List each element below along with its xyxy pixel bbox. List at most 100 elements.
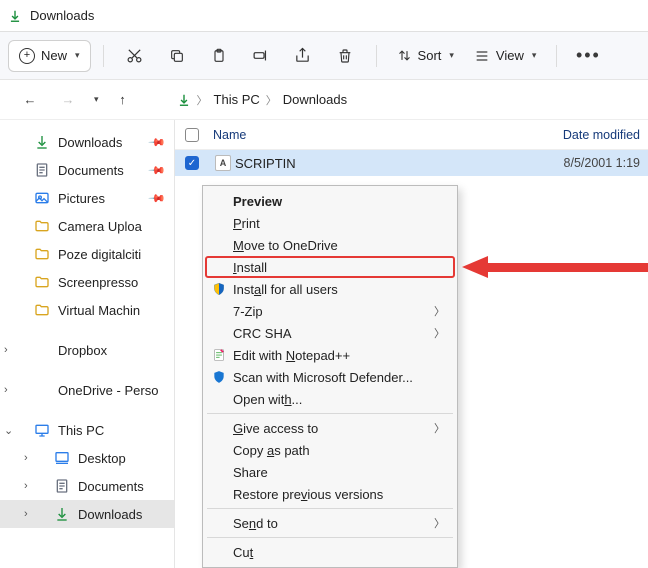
sidebar-item-downloads[interactable]: Downloads📌 [0,128,174,156]
folder-icon [34,246,50,262]
column-header: Name Date modified [175,120,648,150]
address-bar-row: ← → ▾ ↑ 〉 This PC 〉 Downloads [0,80,648,120]
menu-item-preview[interactable]: Preview [205,190,455,212]
sidebar-item-screenpresso[interactable]: Screenpresso [0,268,174,296]
menu-item-label: 7-Zip [233,304,263,319]
chevron-down-icon: ▾ [532,50,537,61]
column-name[interactable]: Name [209,128,558,142]
forward-button[interactable]: → [54,86,82,114]
sidebar-item-label: Screenpresso [58,275,138,290]
menu-item-restore-previous-versions[interactable]: Restore previous versions [205,483,455,505]
sidebar-item-label: Documents [58,163,124,178]
address-bar[interactable]: 〉 This PC 〉 Downloads [177,92,348,108]
sidebar-item-dropbox[interactable]: ›Dropbox [0,336,174,364]
menu-separator [207,508,453,509]
menu-item-cut[interactable]: Cut [205,541,455,563]
menu-item-scan-with-microsoft-defender-[interactable]: Scan with Microsoft Defender... [205,366,455,388]
pc-icon [34,422,50,438]
separator [376,45,377,67]
file-name: SCRIPTIN [231,156,296,171]
breadcrumb-downloads[interactable]: Downloads [283,92,347,107]
column-date[interactable]: Date modified [558,128,648,142]
menu-item-label: Move to OneDrive [233,238,338,253]
menu-item-open-with-[interactable]: Open with... [205,388,455,410]
toolbar: + New ▾ Sort ▾ View ▾ ••• [0,32,648,80]
up-button[interactable]: ↑ [109,86,137,114]
cut-button[interactable] [116,40,154,72]
sidebar-item-label: This PC [58,423,104,438]
menu-item-label: Preview [233,194,282,209]
sidebar-item-label: Documents [78,479,144,494]
new-button[interactable]: + New ▾ [8,40,91,72]
sidebar-item-this-pc[interactable]: ⌄ This PC [0,416,174,444]
menu-item-label: Cut [233,545,253,560]
menu-item-label: Install [233,260,267,275]
chevron-right-icon: 〉 [434,420,445,436]
sidebar-item-documents[interactable]: Documents 📌 [0,156,174,184]
separator [556,45,557,67]
select-all-checkbox[interactable] [175,128,209,142]
new-label: New [41,48,67,63]
menu-item-move-to-onedrive[interactable]: Move to OneDrive [205,234,455,256]
sidebar-item-desktop[interactable]: ›Desktop [0,444,174,472]
menu-item-copy-as-path[interactable]: Copy as path [205,439,455,461]
share-button[interactable] [284,40,322,72]
chevron-icon: ⌄ [4,424,13,437]
recent-chevron[interactable]: ▾ [94,94,99,105]
sidebar-item-virtual-machin[interactable]: Virtual Machin [0,296,174,324]
rename-button[interactable] [242,40,280,72]
sidebar-item-poze-digitalciti[interactable]: Poze digitalciti [0,240,174,268]
menu-item-label: Send to [233,516,278,531]
pin-icon: 📌 [148,161,167,180]
window-title: Downloads [30,8,94,23]
sidebar-item-downloads[interactable]: › Downloads [0,500,174,528]
file-row[interactable]: ✓ASCRIPTIN8/5/2001 1:19 [175,150,648,176]
font-file-icon: A [215,155,231,171]
copy-button[interactable] [158,40,196,72]
sort-button[interactable]: Sort ▾ [389,40,462,72]
row-checkbox[interactable]: ✓ [175,156,209,170]
folder-icon [34,302,50,318]
menu-item-label: CRC SHA [233,326,292,341]
menu-item-crc-sha[interactable]: CRC SHA〉 [205,322,455,344]
menu-item-edit-with-notepad-[interactable]: Edit with Notepad++ [205,344,455,366]
delete-button[interactable] [326,40,364,72]
folder-icon [34,218,50,234]
onedrive-icon [34,382,50,398]
sidebar-item-label: Pictures [58,191,105,206]
breadcrumb-this-pc[interactable]: This PC [214,92,260,107]
chevron-right-icon: 〉 [434,515,445,531]
chevron-icon: › [4,344,8,356]
context-menu: Preview Print Move to OneDrive Install Insta… [202,185,458,568]
menu-item-7-zip[interactable]: 7-Zip〉 [205,300,455,322]
title-bar: Downloads [0,0,648,32]
more-button[interactable]: ••• [569,40,607,72]
sidebar-item-onedrive---perso[interactable]: ›OneDrive - Perso [0,376,174,404]
menu-item-install-for-all-users[interactable]: Install for all users [205,278,455,300]
menu-item-label: Give access to [233,421,318,436]
chevron-down-icon: ▾ [75,50,80,61]
plus-icon: + [19,48,35,64]
sidebar-item-label: Camera Uploa [58,219,142,234]
sidebar-item-label: Downloads [78,507,142,522]
menu-item-install[interactable]: Install [205,256,455,278]
chevron-down-icon: ▾ [449,50,454,61]
menu-separator [207,537,453,538]
dropbox-icon [34,342,50,358]
menu-item-print[interactable]: Print [205,212,455,234]
sidebar-item-camera-uploa[interactable]: Camera Uploa [0,212,174,240]
view-button[interactable]: View ▾ [466,40,544,72]
menu-item-share[interactable]: Share [205,461,455,483]
download-icon [8,9,22,23]
chevron-icon: › [24,508,28,520]
paste-button[interactable] [200,40,238,72]
sidebar-item-documents[interactable]: ›Documents [0,472,174,500]
menu-item-send-to[interactable]: Send to 〉 [205,512,455,534]
menu-item-give-access-to[interactable]: Give access to 〉 [205,417,455,439]
menu-item-label: Copy as path [233,443,310,458]
defender-icon [211,369,227,385]
back-button[interactable]: ← [16,86,44,114]
download-icon [34,134,50,150]
chevron-right-icon: 〉 [266,92,277,108]
sidebar-item-pictures[interactable]: Pictures📌 [0,184,174,212]
